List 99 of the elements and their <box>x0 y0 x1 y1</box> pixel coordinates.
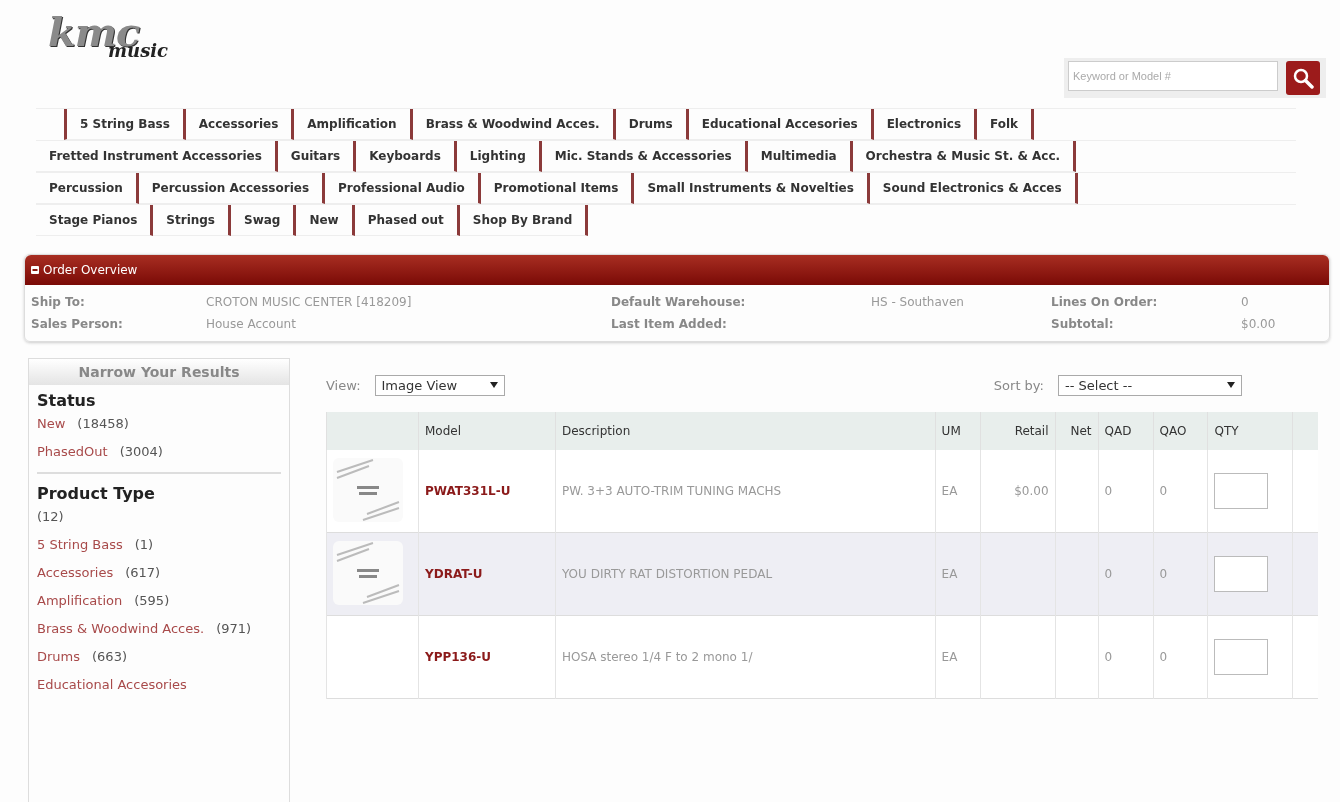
field-label: Last Item Added: <box>611 317 728 331</box>
filter-count: (595) <box>134 592 170 610</box>
table-cell: 0 <box>1104 484 1113 498</box>
filter-link[interactable]: Drums <box>37 643 81 671</box>
nav-link[interactable]: Professional Audio <box>325 173 481 204</box>
field-value: $0.00 <box>1241 317 1277 331</box>
nav-link[interactable]: Educational Accesories <box>688 109 874 140</box>
filter-link[interactable]: Accessories <box>37 559 114 587</box>
filter-count: (12) <box>37 508 64 526</box>
column-header: UM <box>941 424 961 438</box>
field-label: Subtotal: <box>1051 317 1115 331</box>
nav-link[interactable]: Sound Electronics & Acces <box>869 173 1078 204</box>
table-cell: 0 <box>1159 567 1168 581</box>
field-label: Ship To: <box>31 295 86 309</box>
nav-link[interactable]: Strings <box>153 205 231 236</box>
column-header: Retail <box>1014 424 1049 438</box>
filter-count: (663) <box>92 648 127 666</box>
filter-heading: Status <box>37 391 97 410</box>
field-value: HS - Southaven <box>871 295 965 309</box>
nav-link[interactable]: Shop By Brand <box>459 205 589 236</box>
field-value: CROTON MUSIC CENTER [418209] <box>206 295 413 309</box>
field-label: Sales Person: <box>31 317 124 331</box>
search-field[interactable]: Keyword or Model # <box>1068 61 1278 91</box>
view-select[interactable]: Image View <box>374 374 505 396</box>
view-label: View: <box>326 377 361 393</box>
section-header[interactable]: Order Overview <box>25 255 1329 285</box>
filter-count: (18458) <box>77 415 129 433</box>
model-link[interactable]: YPP136-U <box>425 650 492 664</box>
table-cell: $0.00 <box>1014 484 1049 498</box>
table-cell: 0 <box>1159 650 1168 664</box>
nav-link[interactable]: Multimedia <box>747 141 853 172</box>
nav-link[interactable]: Electronics <box>873 109 978 140</box>
filter-count: (971) <box>216 620 252 638</box>
table-cell: EA <box>941 650 958 664</box>
filter-link[interactable]: PhasedOut <box>37 438 108 466</box>
caret-icon <box>1227 382 1235 388</box>
nav-link[interactable]: Fretted Instrument Accessories <box>36 141 278 172</box>
column-header: QTY <box>1214 424 1239 438</box>
nav-link[interactable]: Percussion <box>36 173 139 204</box>
search-icon <box>1292 67 1314 89</box>
nav-link[interactable]: Folk <box>977 109 1035 140</box>
filter-link[interactable]: New <box>37 410 66 438</box>
filter-link[interactable]: Amplification <box>37 587 123 615</box>
table-cell: YOU DIRTY RAT DISTORTION PEDAL <box>561 567 773 581</box>
nav-link[interactable]: Mic. Stands & Accessories <box>541 141 748 172</box>
column-header: Description <box>561 424 631 438</box>
filter-count: (3004) <box>119 443 163 461</box>
field-label: Lines On Order: <box>1051 295 1159 309</box>
nav-link[interactable]: Guitars <box>277 141 357 172</box>
table-cell: EA <box>941 567 958 581</box>
table-cell: PW. 3+3 AUTO-TRIM TUNING MACHS <box>561 484 782 498</box>
column-header: Net <box>1070 424 1092 438</box>
field-value: 0 <box>1241 295 1250 309</box>
filter-link[interactable]: Brass & Woodwind Acces. <box>37 615 205 643</box>
nav-link[interactable]: Keyboards <box>356 141 457 172</box>
column-header: Model <box>425 424 461 438</box>
collapse-icon[interactable] <box>31 266 39 274</box>
field-label: Default Warehouse: <box>611 295 747 309</box>
field-value: House Account <box>206 317 297 331</box>
filter-heading: Product Type <box>37 484 156 503</box>
nav-link[interactable]: Brass & Woodwind Acces. <box>412 109 616 140</box>
nav-link[interactable]: Small Instruments & Novelties <box>634 173 870 204</box>
filter-link[interactable]: 5 String Bass <box>37 531 123 559</box>
nav-link[interactable]: Orchestra & Music St. & Acc. <box>852 141 1077 172</box>
table-cell: EA <box>941 484 958 498</box>
sort-select[interactable]: -- Select -- <box>1058 374 1242 396</box>
filter-count: (617) <box>125 564 161 582</box>
qty-field[interactable] <box>1214 639 1269 675</box>
product-row[interactable]: YDRAT-U YOU DIRTY RAT DISTORTION PEDAL EA 0 0 <box>326 532 1318 616</box>
nav-link[interactable]: Percussion Accessories <box>138 173 326 204</box>
qty-field[interactable] <box>1214 556 1269 592</box>
search-button[interactable] <box>1286 61 1320 95</box>
filter-count: (1) <box>134 536 154 554</box>
no-image-icon <box>333 540 403 605</box>
nav-link[interactable]: Amplification <box>294 109 413 140</box>
nav-link[interactable]: 5 String Bass <box>64 109 186 140</box>
nav-link[interactable]: Stage Pianos <box>36 205 154 236</box>
section-title: Order Overview <box>43 263 138 277</box>
nav-link[interactable]: Swag <box>231 205 297 236</box>
caret-icon <box>489 382 498 388</box>
sort-label: Sort by: <box>993 377 1044 393</box>
table-cell: 0 <box>1159 484 1168 498</box>
column-header: QAD <box>1104 424 1132 438</box>
nav-link[interactable]: Promotional Items <box>480 173 635 204</box>
model-link[interactable]: YDRAT-U <box>425 567 483 581</box>
column-header: QAO <box>1159 424 1187 438</box>
nav-link[interactable]: Drums <box>615 109 689 140</box>
table-cell: 0 <box>1104 567 1113 581</box>
product-row[interactable]: PWAT331L-U PW. 3+3 AUTO-TRIM TUNING MACHS EA $0.00 0 0 <box>326 450 1318 533</box>
qty-field[interactable] <box>1214 473 1269 509</box>
nav-link[interactable]: Accessories <box>185 109 295 140</box>
filter-link[interactable]: Educational Accesories <box>37 671 187 699</box>
nav-link[interactable]: Phased out <box>354 205 460 236</box>
product-row[interactable]: YPP136-U HOSA stereo 1/4 F to 2 mono 1/ EA 0 0 <box>326 615 1318 699</box>
nav-link[interactable]: New <box>296 205 355 236</box>
table-cell: 0 <box>1104 650 1113 664</box>
model-link[interactable]: PWAT331L-U <box>425 484 511 498</box>
nav-link[interactable]: Lighting <box>456 141 542 172</box>
table-cell: HOSA stereo 1/4 F to 2 mono 1/ <box>561 650 753 664</box>
